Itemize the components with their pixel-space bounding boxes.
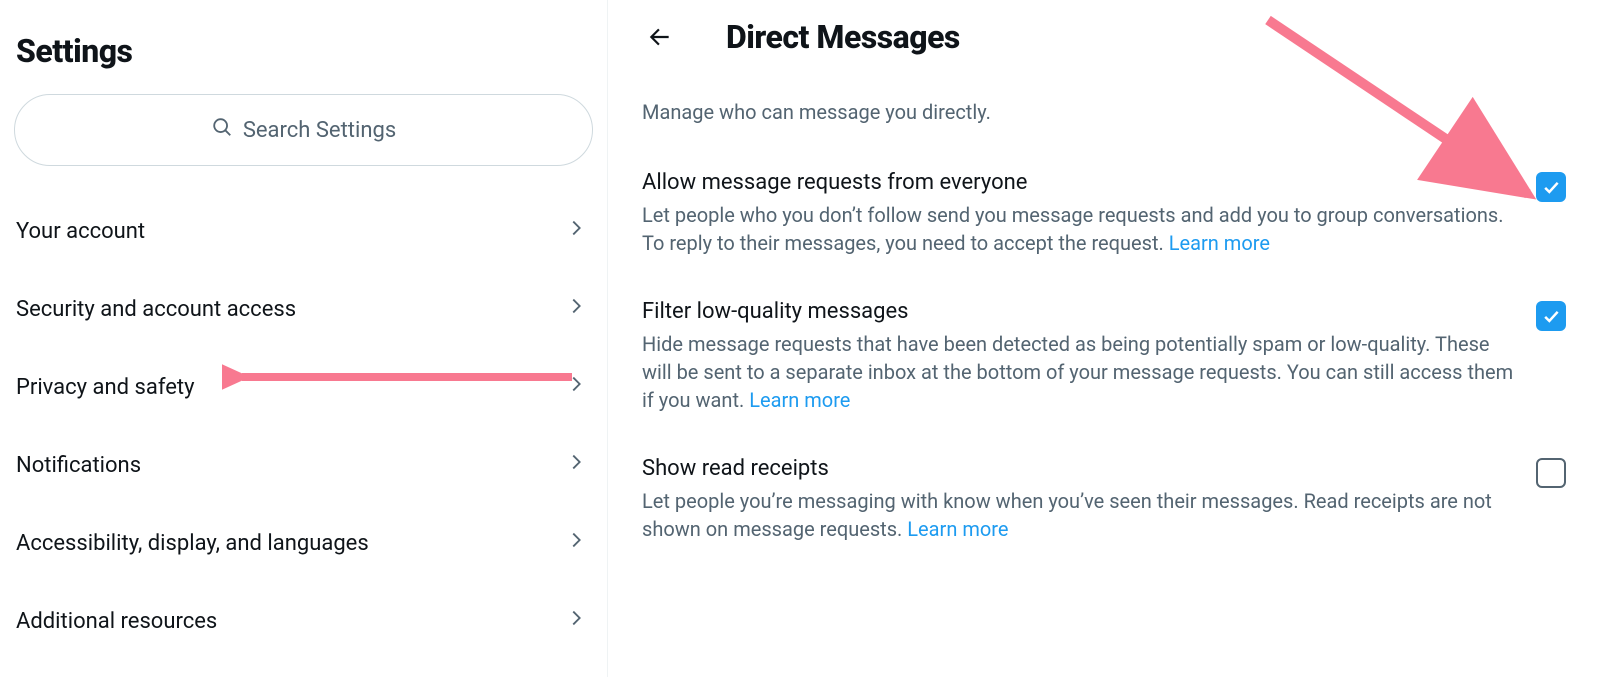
learn-more-link[interactable]: Learn more — [907, 517, 1008, 541]
sidebar-item-your-account[interactable]: Your account — [14, 192, 593, 270]
sidebar-item-label: Notifications — [16, 453, 141, 478]
settings-sidebar: Settings Search Settings Your account Se… — [0, 0, 608, 677]
settings-title: Settings — [16, 32, 593, 70]
chevron-right-icon — [565, 373, 587, 401]
sidebar-item-security-access[interactable]: Security and account access — [14, 270, 593, 348]
chevron-right-icon — [565, 451, 587, 479]
back-button[interactable] — [642, 19, 678, 55]
chevron-right-icon — [565, 217, 587, 245]
checkbox-filter-low-quality[interactable] — [1536, 301, 1566, 331]
sidebar-item-notifications[interactable]: Notifications — [14, 426, 593, 504]
page-title: Direct Messages — [726, 18, 960, 56]
option-desc-text: Let people who you don’t follow send you… — [642, 203, 1504, 255]
option-title: Filter low-quality messages — [642, 299, 1516, 324]
option-read-receipts: Show read receipts Let people you’re mes… — [642, 456, 1566, 543]
sidebar-item-label: Additional resources — [16, 609, 217, 634]
checkbox-allow-requests[interactable] — [1536, 172, 1566, 202]
sidebar-item-label: Privacy and safety — [16, 375, 195, 400]
learn-more-link[interactable]: Learn more — [1169, 231, 1270, 255]
chevron-right-icon — [565, 607, 587, 635]
search-settings-input[interactable]: Search Settings — [14, 94, 593, 166]
checkbox-read-receipts[interactable] — [1536, 458, 1566, 488]
option-title: Allow message requests from everyone — [642, 170, 1516, 195]
detail-pane: Direct Messages Manage who can message y… — [608, 0, 1600, 677]
search-icon — [211, 116, 233, 144]
sidebar-item-label: Accessibility, display, and languages — [16, 531, 369, 556]
sidebar-item-accessibility[interactable]: Accessibility, display, and languages — [14, 504, 593, 582]
option-filter-low-quality: Filter low-quality messages Hide message… — [642, 299, 1566, 414]
learn-more-link[interactable]: Learn more — [749, 388, 850, 412]
option-allow-requests: Allow message requests from everyone Let… — [642, 170, 1566, 257]
option-description: Let people you’re messaging with know wh… — [642, 487, 1516, 543]
option-description: Let people who you don’t follow send you… — [642, 201, 1516, 257]
sidebar-item-label: Your account — [16, 219, 145, 244]
option-title: Show read receipts — [642, 456, 1516, 481]
chevron-right-icon — [565, 529, 587, 557]
sidebar-item-privacy-safety[interactable]: Privacy and safety — [14, 348, 593, 426]
search-placeholder-text: Search Settings — [243, 118, 396, 143]
sidebar-item-label: Security and account access — [16, 297, 296, 322]
sidebar-item-additional-resources[interactable]: Additional resources — [14, 582, 593, 660]
page-subtitle: Manage who can message you directly. — [642, 100, 1566, 124]
option-desc-text: Let people you’re messaging with know wh… — [642, 489, 1492, 541]
chevron-right-icon — [565, 295, 587, 323]
option-description: Hide message requests that have been det… — [642, 330, 1516, 414]
